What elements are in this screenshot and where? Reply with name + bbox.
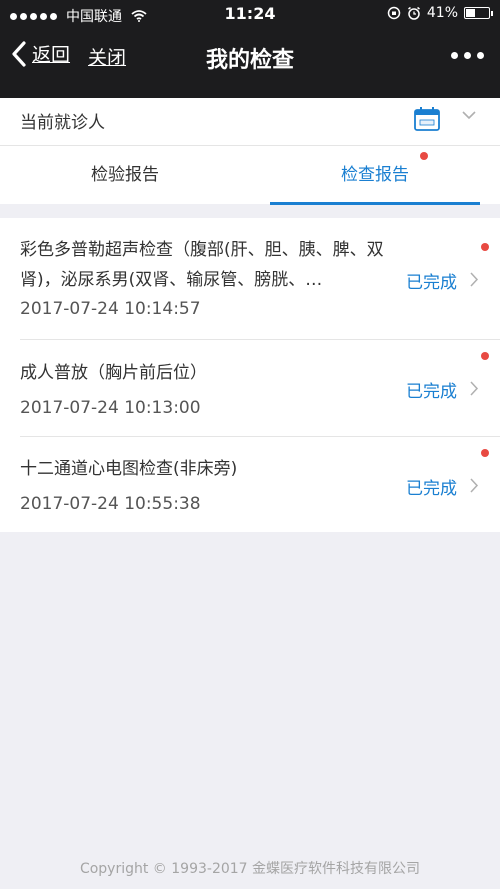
chevron-right-icon bbox=[470, 272, 479, 287]
report-list: 彩色多普勒超声检查（腹部(肝、胆、胰、脾、双肾)，泌尿系男(双肾、输尿管、膀胱、… bbox=[0, 218, 500, 532]
report-title: 成人普放（胸片前后位） bbox=[20, 363, 207, 383]
current-patient-bar[interactable]: 当前就诊人 bbox=[0, 98, 500, 146]
report-time: 2017-07-24 10:55:38 bbox=[20, 494, 201, 514]
chevron-right-icon bbox=[470, 381, 479, 396]
unread-dot bbox=[481, 449, 489, 457]
unread-dot bbox=[420, 152, 428, 160]
page-title: 我的检查 bbox=[205, 48, 294, 73]
calendar-icon[interactable] bbox=[413, 106, 441, 132]
status-bar: 中国联通 11:24 41% bbox=[0, 0, 500, 28]
more-menu-icon[interactable] bbox=[451, 52, 484, 59]
list-item[interactable]: 成人普放（胸片前后位） 2017-07-24 10:13:00 已完成 bbox=[0, 340, 500, 436]
list-item[interactable]: 十二通道心电图检查(非床旁) 2017-07-24 10:55:38 已完成 bbox=[0, 437, 500, 532]
nav-bar: 返回 关闭 我的检查 bbox=[0, 28, 500, 98]
tab-exam-report[interactable]: 检查报告 bbox=[250, 146, 500, 204]
alarm-icon bbox=[407, 6, 420, 20]
list-item[interactable]: 彩色多普勒超声检查（腹部(肝、胆、胰、脾、双肾)，泌尿系男(双肾、输尿管、膀胱、… bbox=[0, 218, 500, 339]
report-status: 已完成 bbox=[406, 382, 457, 402]
report-title: 十二通道心电图检查(非床旁) bbox=[20, 459, 238, 479]
unread-dot bbox=[481, 243, 489, 251]
report-status: 已完成 bbox=[406, 479, 457, 499]
battery-icon bbox=[464, 7, 493, 19]
top-bar: 中国联通 11:24 41% 返回 关闭 我的检查 bbox=[0, 0, 500, 98]
chevron-down-icon[interactable] bbox=[462, 110, 476, 120]
report-time: 2017-07-24 10:14:57 bbox=[20, 299, 201, 319]
copyright-footer: Copyright © 1993-2017 金蝶医疗软件科技有限公司 bbox=[79, 861, 421, 877]
rotation-lock-icon bbox=[387, 6, 401, 20]
report-status: 已完成 bbox=[406, 273, 457, 293]
current-patient-label: 当前就诊人 bbox=[20, 113, 105, 133]
battery-percent: 41% bbox=[426, 5, 458, 21]
unread-dot bbox=[481, 352, 489, 360]
report-time: 2017-07-24 10:13:00 bbox=[20, 398, 201, 418]
tab-lab-report[interactable]: 检验报告 bbox=[0, 146, 250, 204]
chevron-right-icon bbox=[470, 478, 479, 493]
report-title: 彩色多普勒超声检查（腹部(肝、胆、胰、脾、双肾)，泌尿系男(双肾、输尿管、膀胱、… bbox=[20, 240, 384, 290]
active-tab-indicator bbox=[270, 202, 480, 205]
